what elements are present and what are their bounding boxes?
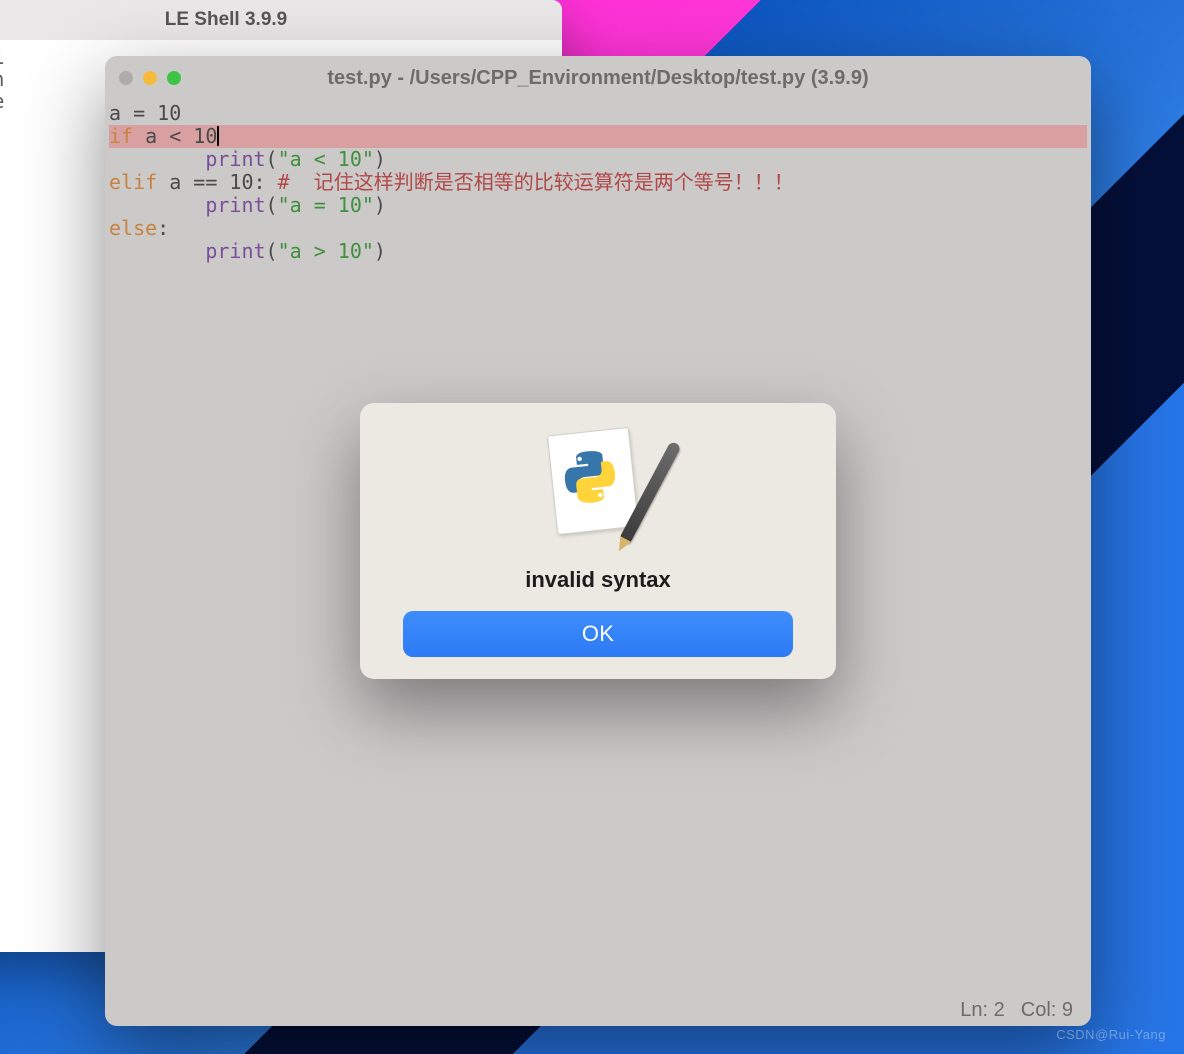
status-line: Ln: 2 (960, 999, 1004, 1022)
code-line: elif a == 10: # 记住这样判断是否相等的比较运算符是两个等号！！！ (109, 171, 1087, 194)
watermark: CSDN@Rui-Yang (1056, 1027, 1166, 1042)
close-icon[interactable] (119, 71, 133, 85)
error-dialog: invalid syntax OK (360, 403, 836, 679)
idle-app-icon (538, 425, 658, 545)
desktop-background: LE Shell 3.9.9 v 15 2021 on darwin or "l… (0, 0, 1184, 1054)
code-line: a = 10 (109, 102, 1087, 125)
dialog-message: invalid syntax (525, 567, 671, 593)
shell-line: on darwin (0, 67, 4, 91)
code-line: print("a > 10") (109, 240, 1087, 263)
code-line: print("a = 10") (109, 194, 1087, 217)
zoom-icon[interactable] (167, 71, 181, 85)
python-logo-icon (559, 446, 621, 508)
status-col: Col: 9 (1021, 999, 1073, 1022)
minimize-icon[interactable] (143, 71, 157, 85)
code-line: print("a < 10") (109, 148, 1087, 171)
code-line: else: (109, 217, 1087, 240)
shell-titlebar[interactable]: LE Shell 3.9.9 (0, 0, 562, 40)
editor-title: test.py - /Users/CPP_Environment/Desktop… (105, 67, 1091, 90)
idle-editor-window: test.py - /Users/CPP_Environment/Desktop… (105, 56, 1091, 1026)
shell-line: v 15 2021 (0, 45, 4, 69)
traffic-lights (119, 71, 181, 85)
code-line-error-highlight: if a < 10 (109, 125, 1087, 148)
ok-button[interactable]: OK (403, 611, 793, 657)
editor-statusbar: Ln: 2 Col: 9 (105, 994, 1091, 1026)
shell-title: LE Shell 3.9.9 (0, 9, 550, 31)
text-caret (217, 126, 219, 146)
shell-line: or "lice (0, 89, 4, 113)
editor-titlebar[interactable]: test.py - /Users/CPP_Environment/Desktop… (105, 56, 1091, 100)
